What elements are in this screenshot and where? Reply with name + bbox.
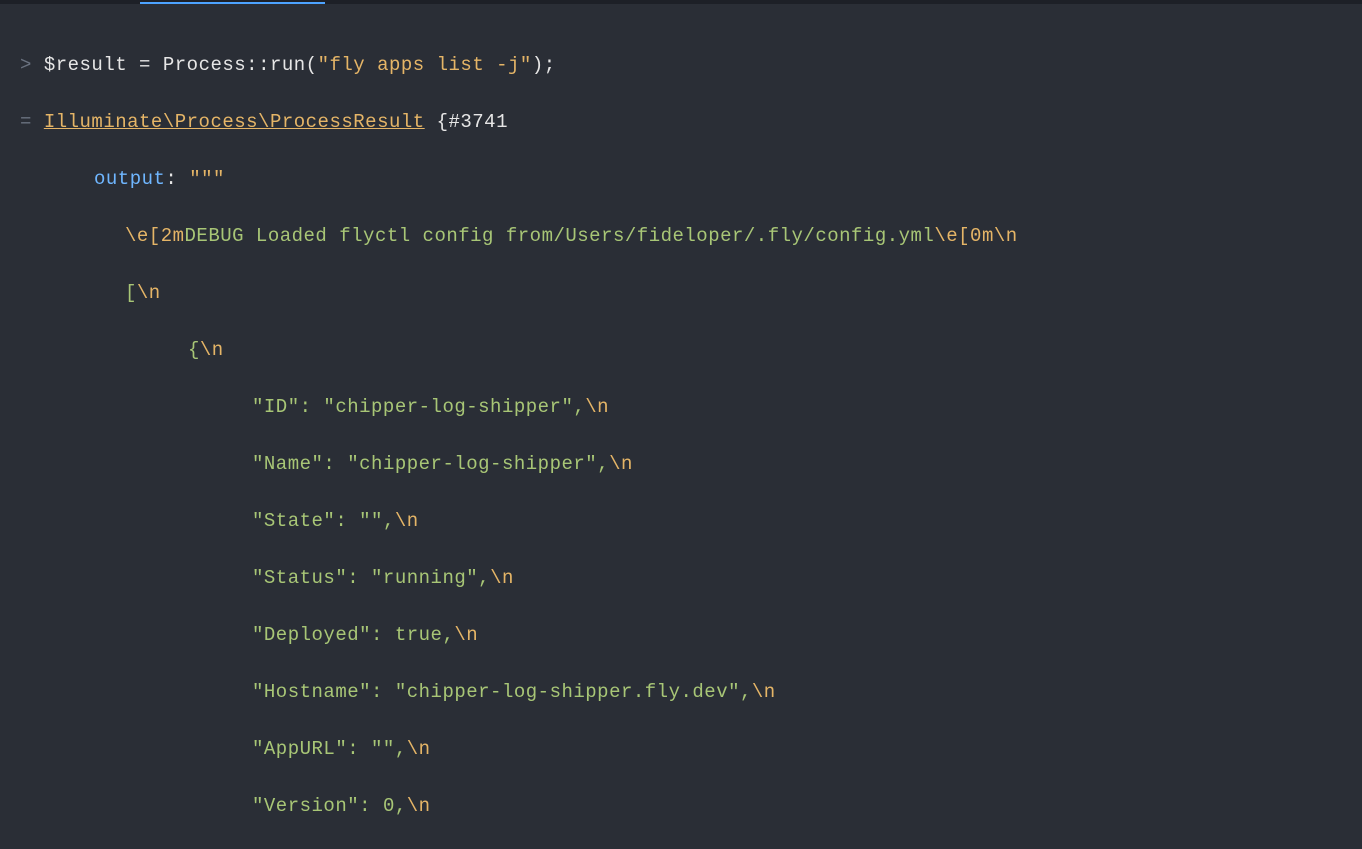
debug-line: \e[2mDEBUG Loaded flyctl config from/Use… (20, 222, 1342, 251)
json-kv-line: "Status": "running",\n (20, 564, 1342, 593)
variable-name: $result (44, 54, 127, 76)
json-comma: , (395, 738, 407, 760)
property-key: output (94, 168, 165, 190)
newline-escape: \n (200, 339, 224, 361)
json-sep: : (335, 510, 359, 532)
class-name-link[interactable]: Illuminate\Process\ProcessResult (44, 111, 425, 133)
json-comma: , (395, 795, 407, 817)
result-line: = Illuminate\Process\ProcessResult {#374… (20, 108, 1342, 137)
triple-quote: """ (189, 168, 225, 190)
json-val: true (395, 624, 443, 646)
result-marker: = (20, 111, 32, 133)
json-sep: : (347, 738, 371, 760)
json-val: 0 (383, 795, 395, 817)
json-sep: : (359, 795, 383, 817)
ansi-escape-end: \e[0m (934, 225, 994, 247)
json-key: "Name" (252, 453, 323, 475)
ansi-escape-start: \e[2m (125, 225, 185, 247)
json-kv-line: "AppURL": "",\n (20, 735, 1342, 764)
json-comma: , (383, 510, 395, 532)
brace-open: { (188, 339, 200, 361)
json-key: "AppURL" (252, 738, 347, 760)
json-sep: : (323, 453, 347, 475)
newline-escape: \n (609, 453, 633, 475)
output-property-line: output: """ (20, 165, 1342, 194)
console-output[interactable]: > $result = Process::run("fly apps list … (0, 4, 1362, 849)
prompt-marker: > (20, 54, 32, 76)
json-key: "ID" (252, 396, 300, 418)
prompt-line: > $result = Process::run("fly apps list … (20, 51, 1342, 80)
json-kv-line: "Hostname": "chipper-log-shipper.fly.dev… (20, 678, 1342, 707)
json-val: "running" (371, 567, 478, 589)
json-val: "chipper-log-shipper.fly.dev" (395, 681, 740, 703)
class-call: Process::run( (163, 54, 318, 76)
object-suffix: {#3741 (425, 111, 508, 133)
newline-escape: \n (407, 795, 431, 817)
json-key: "State" (252, 510, 335, 532)
json-sep: : (371, 624, 395, 646)
json-sep: : (371, 681, 395, 703)
newline-escape: \n (137, 282, 161, 304)
json-comma: , (740, 681, 752, 703)
newline-escape: \n (454, 624, 478, 646)
bracket-open: [ (125, 282, 137, 304)
call-close: ); (532, 54, 556, 76)
json-comma: , (442, 624, 454, 646)
json-kv-line: "Name": "chipper-log-shipper",\n (20, 450, 1342, 479)
json-comma: , (573, 396, 585, 418)
json-key: "Hostname" (252, 681, 371, 703)
property-sep: : (165, 168, 189, 190)
json-kv-line: "Version": 0,\n (20, 792, 1342, 821)
json-val: "" (371, 738, 395, 760)
tab-indicator-bar (0, 0, 1362, 4)
json-key: "Status" (252, 567, 347, 589)
newline-escape: \n (407, 738, 431, 760)
json-sep: : (300, 396, 324, 418)
brace-open-line: {\n (20, 336, 1342, 365)
json-comma: , (478, 567, 490, 589)
json-kv-line: "State": "",\n (20, 507, 1342, 536)
json-comma: , (597, 453, 609, 475)
json-val: "" (359, 510, 383, 532)
json-sep: : (347, 567, 371, 589)
json-val: "chipper-log-shipper" (347, 453, 597, 475)
newline-escape: \n (994, 225, 1018, 247)
newline-escape: \n (752, 681, 776, 703)
bracket-open-line: [\n (20, 279, 1342, 308)
newline-escape: \n (395, 510, 419, 532)
newline-escape: \n (585, 396, 609, 418)
string-arg: "fly apps list -j" (318, 54, 532, 76)
json-key: "Version" (252, 795, 359, 817)
json-val: "chipper-log-shipper" (323, 396, 573, 418)
json-key: "Deployed" (252, 624, 371, 646)
assign-op: = (127, 54, 163, 76)
newline-escape: \n (490, 567, 514, 589)
json-kv-line: "Deployed": true,\n (20, 621, 1342, 650)
debug-text: DEBUG Loaded flyctl config from/Users/fi… (185, 225, 935, 247)
json-kv-line: "ID": "chipper-log-shipper",\n (20, 393, 1342, 422)
